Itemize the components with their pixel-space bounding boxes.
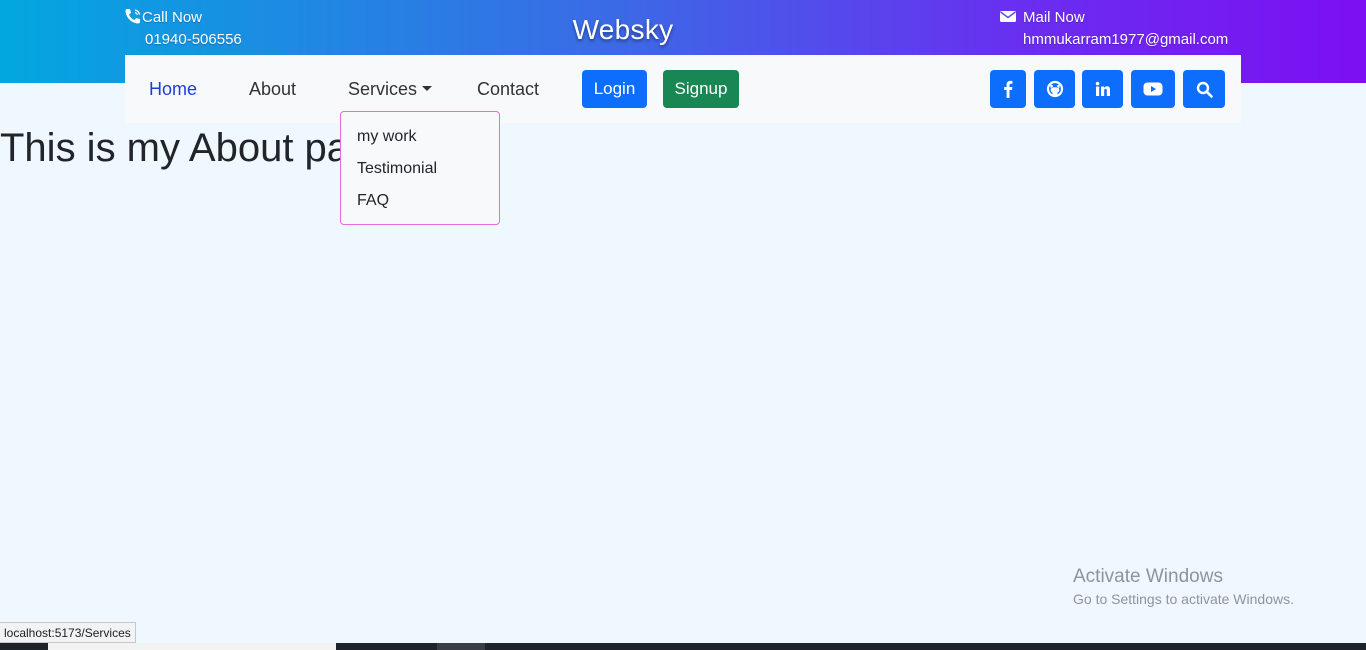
nav-link-services-label: Services — [348, 79, 418, 99]
caret-down-icon — [422, 86, 433, 91]
search-icon — [1196, 81, 1213, 98]
services-dropdown-menu: my work Testimonial FAQ — [340, 111, 500, 225]
mail-now-block: Mail Now hmmukarram1977@gmail.com — [999, 7, 1228, 51]
facebook-button[interactable] — [990, 70, 1026, 108]
main-navbar: Home About Services Contact Login Signup — [125, 55, 1241, 123]
search-button[interactable] — [1183, 70, 1225, 108]
email-address[interactable]: hmmukarram1977@gmail.com — [999, 29, 1228, 51]
youtube-icon — [1143, 82, 1163, 96]
page-heading: This is my About page — [0, 126, 394, 170]
dropdown-item-my-work[interactable]: my work — [357, 128, 417, 146]
nav-link-services[interactable]: Services — [348, 79, 433, 100]
linkedin-button[interactable] — [1082, 70, 1123, 108]
dropdown-item-testimonial[interactable]: Testimonial — [357, 160, 437, 178]
signup-button[interactable]: Signup — [663, 70, 739, 108]
dropdown-item-faq[interactable]: FAQ — [357, 192, 389, 210]
youtube-button[interactable] — [1131, 70, 1175, 108]
github-icon — [1046, 80, 1063, 98]
github-button[interactable] — [1034, 70, 1075, 108]
linkedin-icon — [1095, 81, 1110, 96]
windows-activation-title: Activate Windows — [1073, 566, 1223, 587]
taskbar-app-button[interactable] — [437, 643, 485, 650]
mail-now-label: Mail Now — [1023, 9, 1085, 26]
nav-link-home[interactable]: Home — [149, 79, 197, 100]
nav-link-about[interactable]: About — [249, 79, 296, 100]
windows-activation-subtitle: Go to Settings to activate Windows. — [1073, 591, 1294, 607]
link-status-bar: localhost:5173/Services — [0, 622, 136, 643]
facebook-icon — [1004, 80, 1013, 98]
taskbar-search-box[interactable] — [48, 643, 336, 650]
envelope-icon — [999, 8, 1017, 24]
windows-taskbar — [0, 643, 1366, 650]
nav-link-contact[interactable]: Contact — [477, 79, 539, 100]
login-button[interactable]: Login — [582, 70, 647, 108]
